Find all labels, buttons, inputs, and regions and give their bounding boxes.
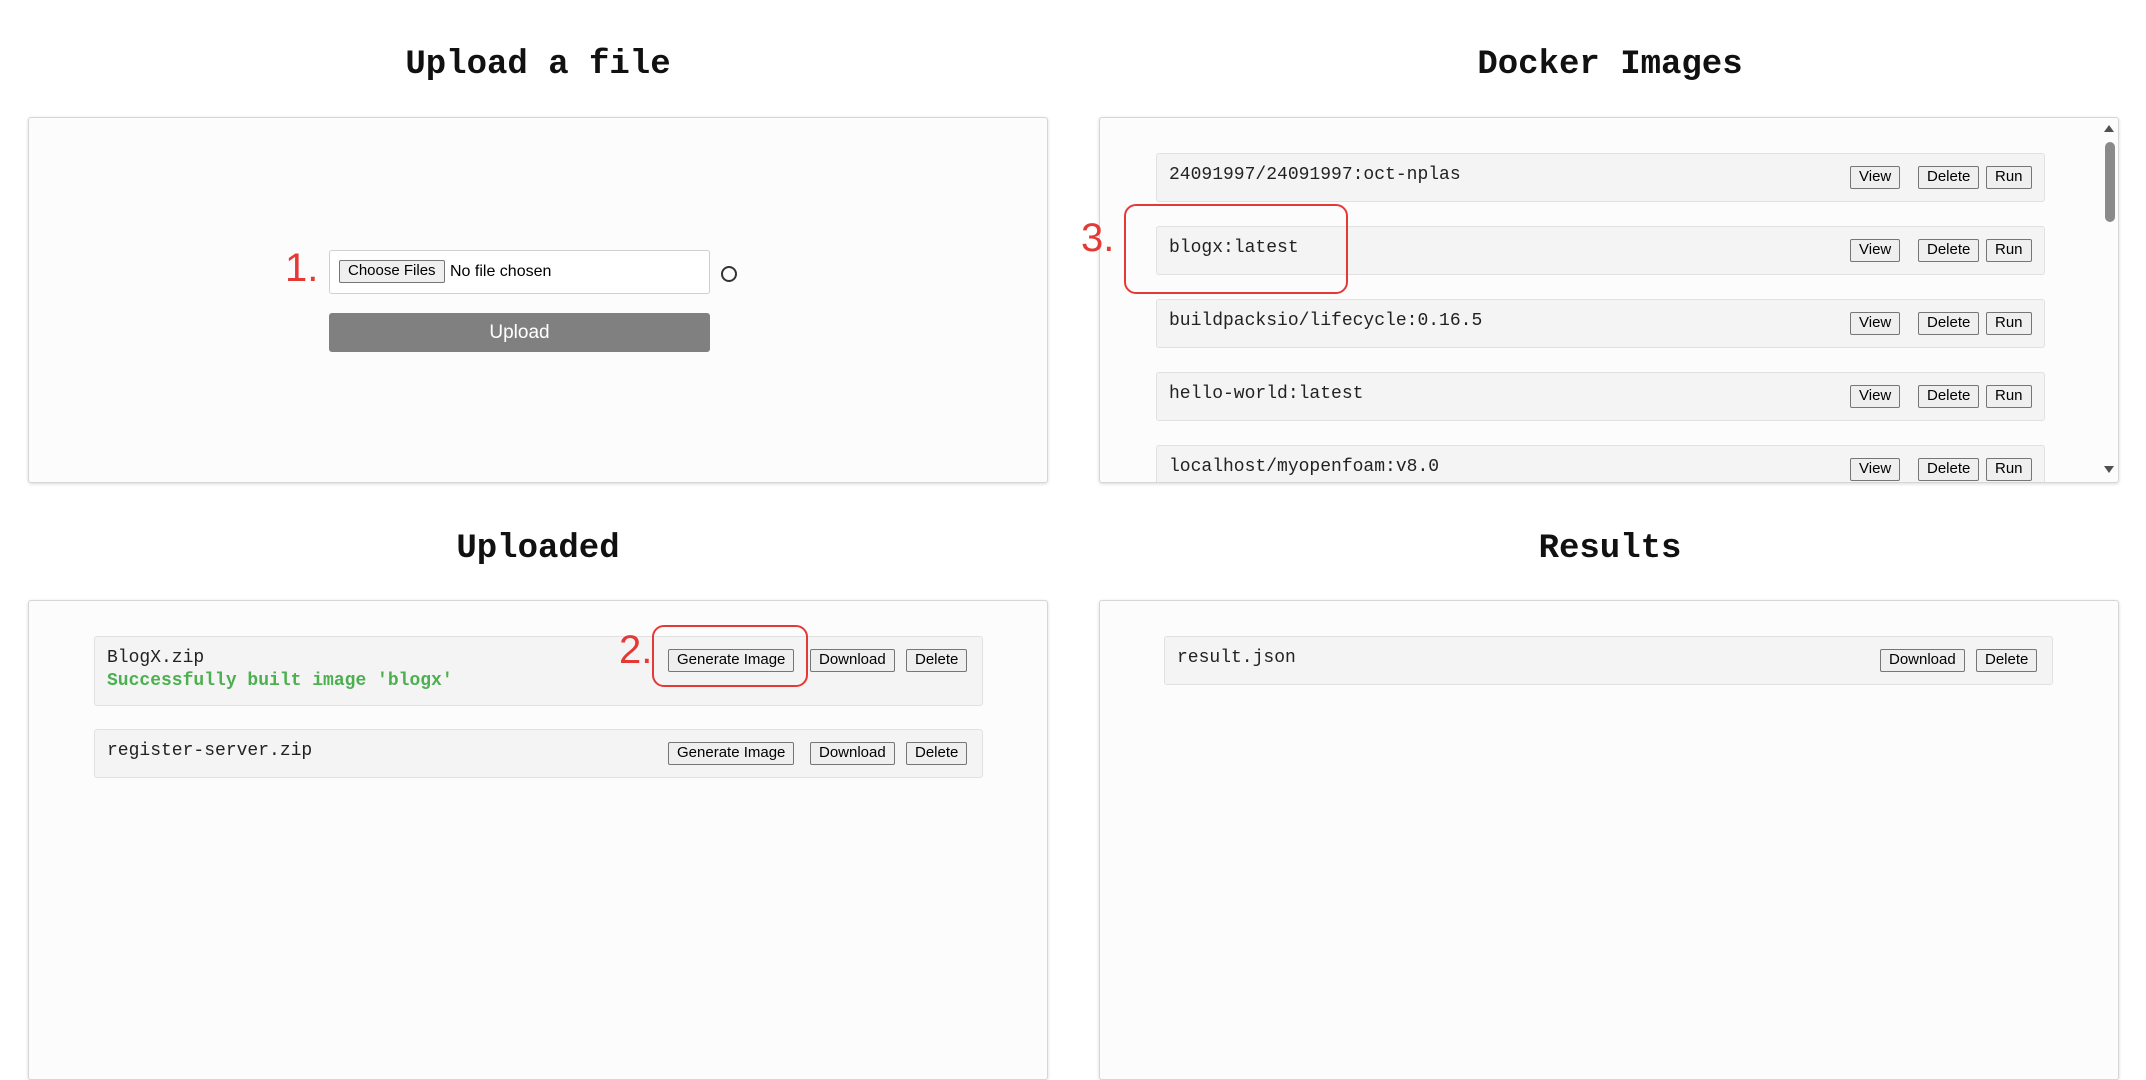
scrollbar-thumb[interactable]: [2105, 142, 2115, 222]
scroll-up-arrow-icon[interactable]: [2104, 125, 2114, 132]
annotation-step-3: 3.: [1081, 216, 1115, 260]
docker-image-name: localhost/myopenfoam:v8.0: [1169, 457, 1440, 477]
annotation-step-1: 1.: [285, 246, 319, 290]
docker-image-name: hello-world:latest: [1169, 384, 1364, 404]
results-title: Results: [1538, 530, 1682, 568]
view-button[interactable]: View: [1850, 385, 1901, 408]
run-button[interactable]: Run: [1986, 385, 2032, 408]
scrollbar[interactable]: [2100, 118, 2118, 482]
annotation-box-generate-image: [652, 625, 808, 687]
uploaded-title: Uploaded: [456, 530, 620, 568]
annotation-step-2: 2.: [619, 628, 653, 672]
docker-image-row: buildpacksio/lifecycle:0.16.5 View Delet…: [1156, 299, 2045, 348]
docker-image-row: localhost/myopenfoam:v8.0 View Delete Ru…: [1156, 445, 2045, 482]
uploaded-file-name: register-server.zip: [107, 741, 313, 761]
view-button[interactable]: View: [1850, 166, 1901, 189]
docker-image-name: buildpacksio/lifecycle:0.16.5: [1169, 311, 1483, 331]
delete-button[interactable]: Delete: [1918, 239, 1980, 262]
build-status-text: Successfully built image 'blogx': [107, 671, 453, 691]
docker-image-row: hello-world:latest View Delete Run: [1156, 372, 2045, 421]
result-file-name: result.json: [1177, 648, 1296, 668]
download-button[interactable]: Download: [1880, 649, 1965, 672]
download-button[interactable]: Download: [810, 742, 895, 765]
upload-panel: Choose Files No file chosen Upload: [28, 117, 1048, 483]
delete-button[interactable]: Delete: [906, 742, 968, 765]
delete-button[interactable]: Delete: [1918, 312, 1980, 335]
spinner-icon: [721, 266, 737, 282]
run-button[interactable]: Run: [1986, 239, 2032, 262]
run-button[interactable]: Run: [1986, 312, 2032, 335]
download-button[interactable]: Download: [810, 649, 895, 672]
delete-button[interactable]: Delete: [1918, 385, 1980, 408]
choose-files-button[interactable]: Choose Files: [339, 260, 445, 283]
delete-button[interactable]: Delete: [1918, 458, 1980, 481]
docker-image-name: 24091997/24091997:oct-nplas: [1169, 165, 1461, 185]
run-button[interactable]: Run: [1986, 166, 2032, 189]
generate-image-button[interactable]: Generate Image: [668, 742, 795, 765]
uploaded-file-row: register-server.zip Generate Image Downl…: [94, 729, 983, 778]
no-file-chosen-text: No file chosen: [450, 263, 552, 280]
upload-button[interactable]: Upload: [329, 313, 710, 352]
view-button[interactable]: View: [1850, 239, 1901, 262]
view-button[interactable]: View: [1850, 458, 1901, 481]
uploaded-file-name: BlogX.zip: [107, 648, 205, 668]
docker-images-panel: 24091997/24091997:oct-nplas View Delete …: [1099, 117, 2119, 483]
view-button[interactable]: View: [1850, 312, 1901, 335]
result-file-row: result.json Download Delete: [1164, 636, 2053, 685]
docker-images-title: Docker Images: [1477, 46, 1743, 84]
delete-button[interactable]: Delete: [906, 649, 968, 672]
uploaded-panel: BlogX.zip Successfully built image 'blog…: [28, 600, 1048, 1080]
run-button[interactable]: Run: [1986, 458, 2032, 481]
delete-button[interactable]: Delete: [1918, 166, 1980, 189]
upload-title: Upload a file: [405, 46, 671, 84]
file-input[interactable]: Choose Files No file chosen: [329, 250, 710, 294]
uploaded-file-row: BlogX.zip Successfully built image 'blog…: [94, 636, 983, 706]
results-panel: result.json Download Delete: [1099, 600, 2119, 1080]
docker-image-row: 24091997/24091997:oct-nplas View Delete …: [1156, 153, 2045, 202]
scroll-down-arrow-icon[interactable]: [2104, 466, 2114, 473]
delete-button[interactable]: Delete: [1976, 649, 2038, 672]
annotation-box-blogx-image: [1124, 204, 1348, 294]
